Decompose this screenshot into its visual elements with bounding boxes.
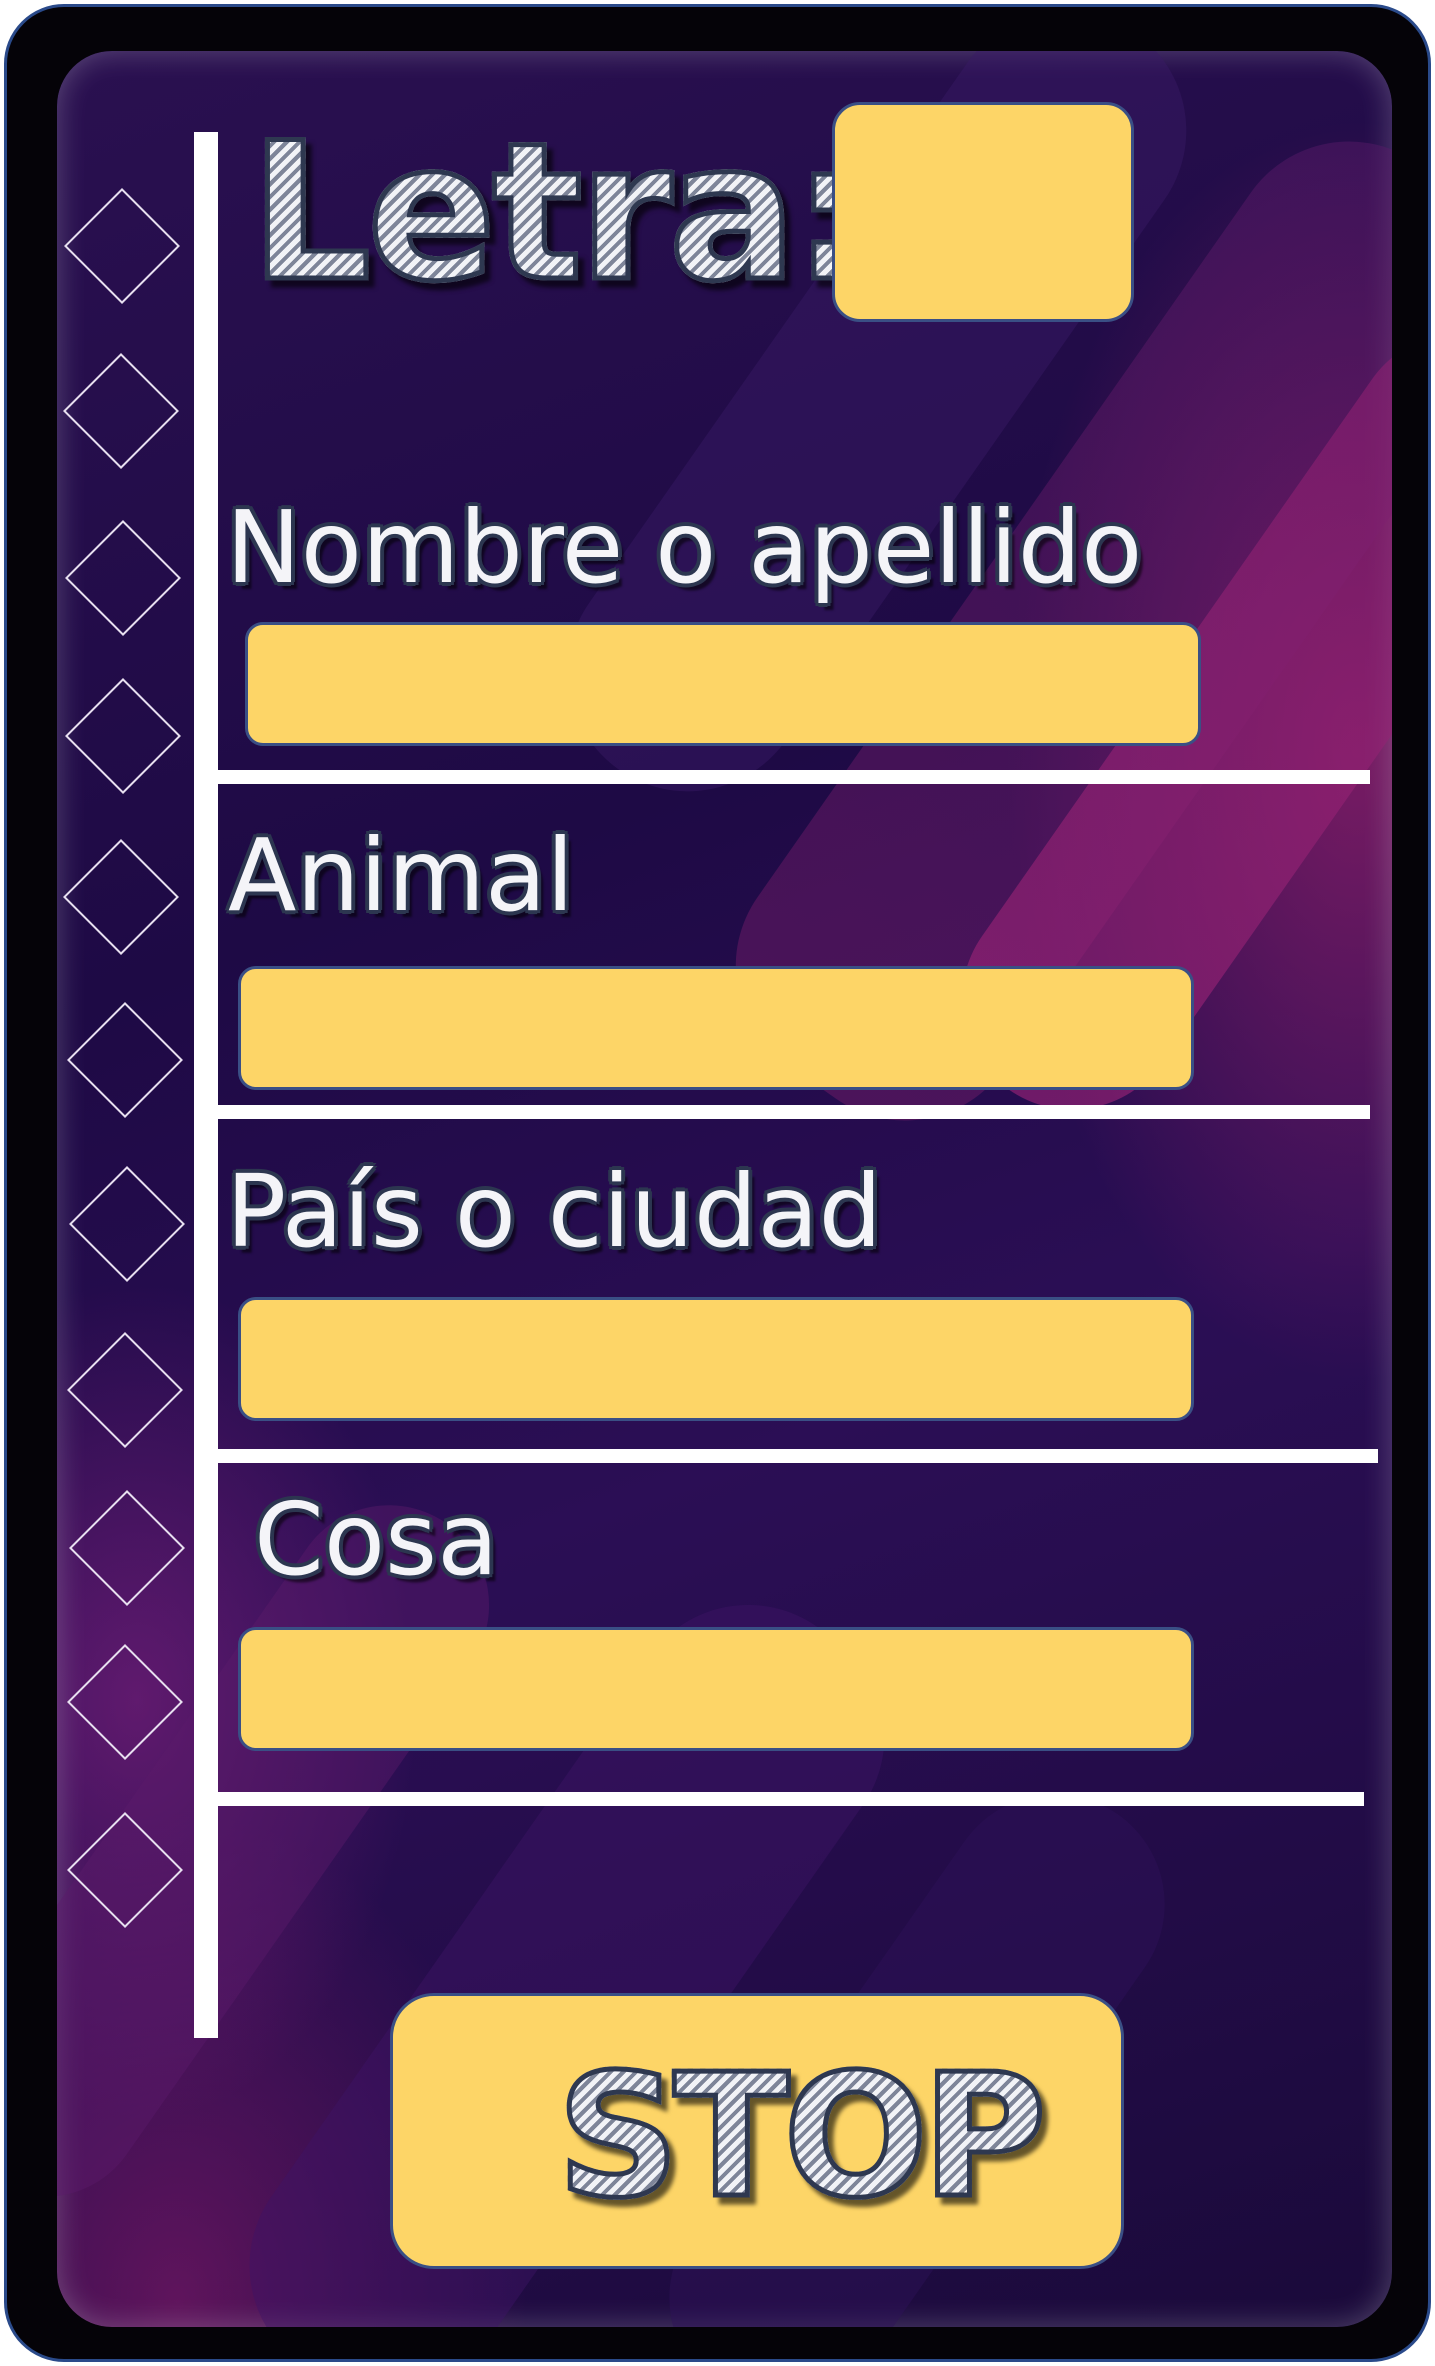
field-label-name: Nombre o apellido [226, 489, 1143, 606]
name-input[interactable] [245, 622, 1201, 746]
field-label-country-city: País o ciudad [226, 1153, 883, 1270]
row-divider [218, 1105, 1370, 1119]
thing-input[interactable] [238, 1627, 1194, 1751]
country-city-input[interactable] [238, 1297, 1194, 1421]
row-divider [218, 770, 1370, 784]
stop-button-label: STOP [555, 2038, 1050, 2236]
letter-box[interactable] [832, 102, 1134, 322]
row-divider [218, 1792, 1364, 1806]
field-label-thing: Cosa [254, 1481, 499, 1598]
vertical-divider [194, 132, 218, 2038]
animal-input[interactable] [238, 966, 1194, 1090]
field-label-animal: Animal [228, 817, 575, 934]
stop-button[interactable]: STOP [390, 1993, 1124, 2269]
row-divider [218, 1449, 1378, 1463]
letter-title: Letra: [248, 102, 872, 323]
